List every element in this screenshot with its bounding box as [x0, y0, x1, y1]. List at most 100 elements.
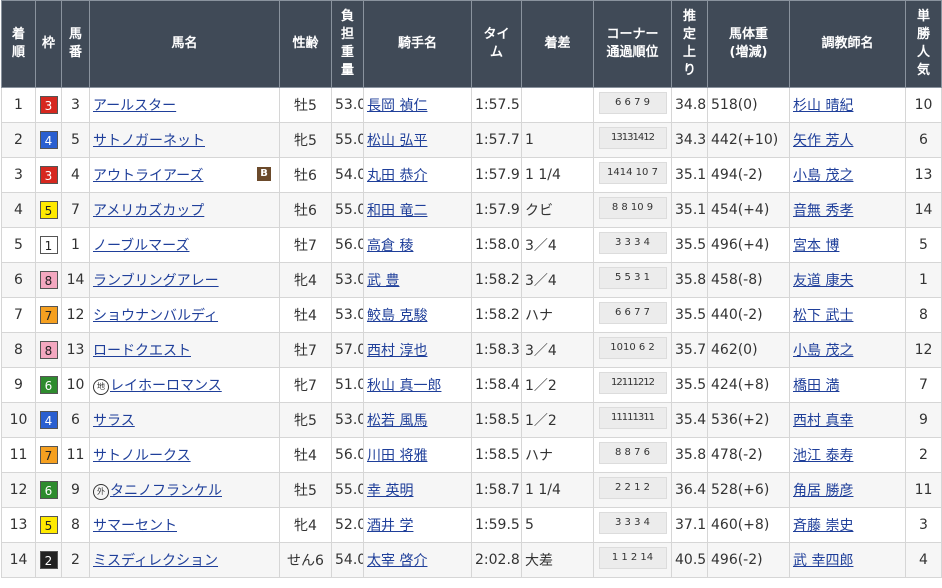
trainer-link[interactable]: 矢作 芳人 — [793, 133, 853, 149]
horse-name-link[interactable]: レイホーロマンス — [110, 378, 222, 394]
cell-umaban: 3 — [61, 87, 90, 123]
cell-margin: 大差 — [521, 542, 594, 578]
cell-horse: ミスディレクション — [89, 542, 280, 578]
cell-last3f: 37.1 — [671, 507, 708, 543]
popularity-value: 14 — [914, 202, 933, 218]
time-value: 1:58.5 — [475, 447, 520, 463]
corner-positions: 13131412 — [598, 127, 667, 149]
jockey-link[interactable]: 高倉 稜 — [367, 238, 413, 254]
cell-horse: ショウナンバルディ — [89, 297, 280, 333]
jockey-link[interactable]: 和田 竜二 — [367, 203, 427, 219]
popularity-value: 1 — [919, 272, 928, 288]
jockey-link[interactable]: 丸田 恭介 — [367, 168, 427, 184]
cell-margin: 1 1/4 — [521, 472, 594, 508]
trainer-link[interactable]: 斉藤 崇史 — [793, 518, 853, 534]
cell-waku: 1 — [35, 227, 62, 263]
cell-waku: 7 — [35, 437, 62, 473]
trainer-link[interactable]: 小島 茂之 — [793, 343, 853, 359]
horse-name-link[interactable]: アメリカズカップ — [93, 203, 204, 219]
horse-name-link[interactable]: サトノルークス — [93, 448, 191, 464]
cell-time: 1:57.9 — [471, 157, 522, 193]
horse-name-link[interactable]: サトノガーネット — [93, 133, 205, 149]
horse-name-link[interactable]: ショウナンバルディ — [93, 308, 218, 324]
weight-value: 52.0 — [335, 517, 364, 533]
rank-value: 6 — [14, 272, 23, 288]
header-time: タイム — [471, 0, 522, 88]
trainer-link[interactable]: 友道 康夫 — [793, 273, 853, 289]
cell-umaban: 2 — [61, 542, 90, 578]
cell-margin: ハナ — [521, 297, 594, 333]
time-value: 1:59.5 — [475, 517, 520, 533]
bodyweight-value: 496(+4) — [711, 237, 770, 253]
horse-name-link[interactable]: アールスター — [93, 98, 176, 114]
weight-value: 51.0 — [335, 377, 364, 393]
jockey-link[interactable]: 松若 風馬 — [367, 413, 427, 429]
cell-popularity: 14 — [905, 192, 942, 228]
table-row: 10 4 6 サラス 牝5 53.0 松若 風馬 1:58.5 1／2 1111… — [1, 402, 942, 438]
trainer-link[interactable]: 橋田 満 — [793, 378, 839, 394]
cell-weight: 56.0 — [331, 227, 364, 263]
cell-popularity: 6 — [905, 122, 942, 158]
horse-name-link[interactable]: ランブリングアレー — [93, 273, 219, 289]
horse-name-link[interactable]: ミスディレクション — [93, 553, 218, 569]
horse-name-link[interactable]: アウトライアーズ — [93, 168, 203, 184]
horse-name-link[interactable]: ノーブルマーズ — [93, 238, 189, 254]
jockey-link[interactable]: 川田 将雅 — [367, 448, 427, 464]
trainer-link[interactable]: 松下 武士 — [793, 308, 853, 324]
trainer-link[interactable]: 武 幸四郎 — [793, 553, 853, 569]
table-row: 5 1 1 ノーブルマーズ 牡7 56.0 高倉 稜 1:58.0 3／4 3 … — [1, 227, 942, 263]
cell-trainer: 角居 勝彦 — [789, 472, 906, 508]
table-row: 7 7 12 ショウナンバルディ 牡4 53.0 鮫島 克駿 1:58.2 ハナ… — [1, 297, 942, 333]
weight-value: 54.0 — [335, 552, 364, 568]
table-row: 11 7 11 サトノルークス 牡4 56.0 川田 将雅 1:58.5 ハナ … — [1, 437, 942, 473]
bodyweight-value: 494(-2) — [711, 167, 763, 183]
cell-corner: 3 3 3 4 — [593, 227, 672, 263]
cell-horse: サマーセント — [89, 507, 280, 543]
trainer-link[interactable]: 音無 秀孝 — [793, 203, 853, 219]
umaban-value: 1 — [71, 237, 80, 253]
sexage-value: 牡5 — [294, 483, 317, 499]
cell-bodyweight: 496(-2) — [707, 542, 790, 578]
jockey-link[interactable]: 西村 淳也 — [367, 343, 427, 359]
waku-badge: 8 — [39, 271, 58, 289]
waku-badge: 4 — [39, 131, 58, 149]
jockey-link[interactable]: 秋山 真一郎 — [367, 378, 441, 394]
popularity-value: 5 — [919, 237, 928, 253]
jockey-link[interactable]: 幸 英明 — [367, 483, 413, 499]
trainer-link[interactable]: 西村 真幸 — [793, 413, 853, 429]
jockey-link[interactable]: 酒井 学 — [367, 518, 413, 534]
jockey-link[interactable]: 鮫島 克駿 — [367, 308, 427, 324]
rank-value: 11 — [9, 447, 28, 463]
trainer-link[interactable]: 宮本 博 — [793, 238, 839, 254]
rank-value: 3 — [14, 167, 23, 183]
jockey-link[interactable]: 松山 弘平 — [367, 133, 427, 149]
horse-name-link[interactable]: サマーセント — [93, 518, 177, 534]
cell-trainer: 武 幸四郎 — [789, 542, 906, 578]
weight-value: 57.0 — [335, 342, 364, 358]
margin-value: 5 — [525, 517, 534, 533]
cell-weight: 55.0 — [331, 192, 364, 228]
horse-name-link[interactable]: ロードクエスト — [93, 343, 191, 359]
rank-value: 4 — [14, 202, 23, 218]
bodyweight-value: 496(-2) — [711, 552, 763, 568]
trainer-link[interactable]: 杉山 晴紀 — [793, 98, 853, 114]
horse-name-link[interactable]: サラス — [93, 413, 135, 429]
cell-corner: 12111212 — [593, 367, 672, 403]
waku-badge: 3 — [39, 166, 58, 184]
jockey-link[interactable]: 長岡 禎仁 — [367, 98, 427, 114]
bodyweight-value: 478(-2) — [711, 447, 763, 463]
jockey-link[interactable]: 太宰 啓介 — [367, 553, 427, 569]
rank-value: 2 — [14, 132, 23, 148]
bodyweight-value: 424(+8) — [711, 377, 770, 393]
cell-margin: 1 — [521, 122, 594, 158]
cell-sexage: 牡6 — [279, 192, 332, 228]
last3f-value: 35.5 — [675, 377, 707, 393]
corner-positions: 11111311 — [598, 407, 667, 429]
sexage-value: せん6 — [287, 553, 324, 569]
jockey-link[interactable]: 武 豊 — [367, 273, 399, 289]
cell-margin: 1／2 — [521, 402, 594, 438]
horse-name-link[interactable]: タニノフランケル — [110, 483, 222, 499]
trainer-link[interactable]: 角居 勝彦 — [793, 483, 853, 499]
trainer-link[interactable]: 小島 茂之 — [793, 168, 853, 184]
trainer-link[interactable]: 池江 泰寿 — [793, 448, 853, 464]
